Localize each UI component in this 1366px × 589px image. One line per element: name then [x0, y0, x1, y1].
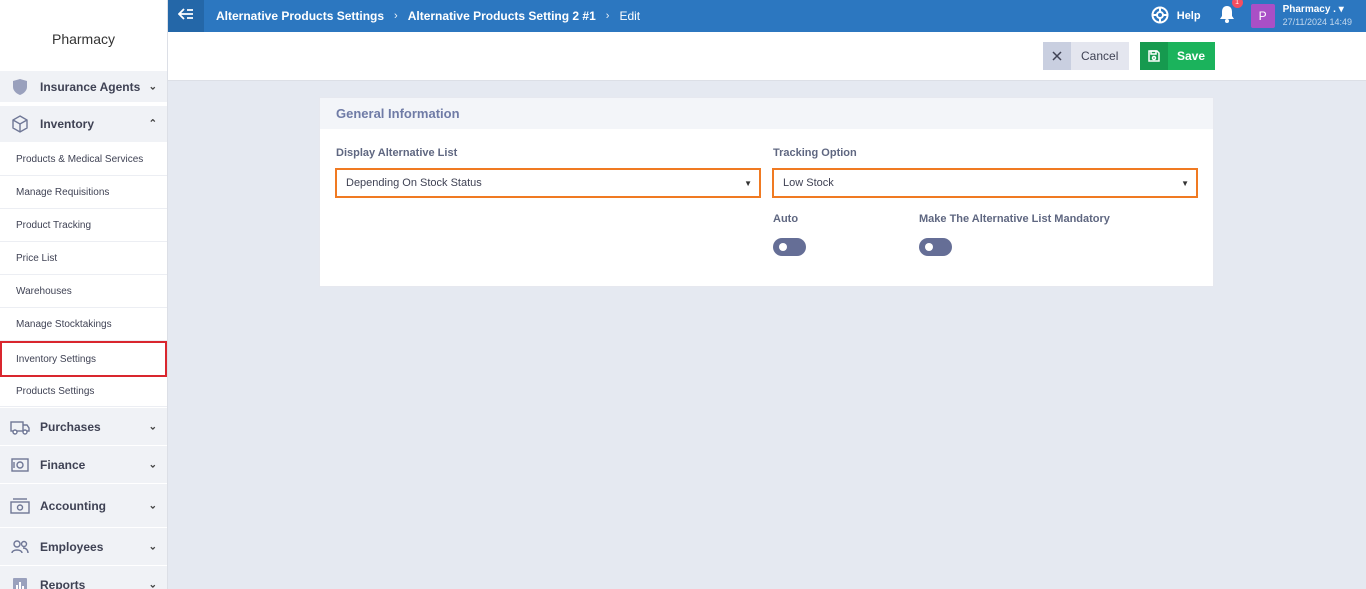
- lifebuoy-icon: [1151, 6, 1169, 27]
- tracking-option-select[interactable]: Low Stock ▼: [772, 168, 1198, 198]
- sidebar-subitem-label: Manage Stocktakings: [16, 318, 112, 330]
- display-alternative-list-select[interactable]: Depending On Stock Status ▼: [335, 168, 761, 198]
- floppy-disk-icon: [1140, 42, 1168, 70]
- help-label: Help: [1176, 10, 1201, 22]
- mandatory-label: Make The Alternative List Mandatory: [919, 213, 1110, 225]
- mandatory-toggle[interactable]: [919, 238, 952, 256]
- avatar[interactable]: P: [1250, 4, 1275, 28]
- sidebar-item-label: Finance: [40, 457, 86, 472]
- breadcrumb-item[interactable]: Alternative Products Setting 2 #1: [408, 9, 596, 23]
- sidebar: Pharmacy Insurance Agents ⌄ Inventory ⌃ …: [0, 0, 168, 589]
- sidebar-item-finance[interactable]: Finance ⌄: [0, 446, 167, 483]
- sidebar-subitem-label: Inventory Settings: [16, 353, 97, 365]
- safe-icon: [10, 455, 30, 475]
- sidebar-subitem-manage-stocktakings[interactable]: Manage Stocktakings: [0, 308, 167, 341]
- toggle-knob: [925, 243, 933, 251]
- save-label: Save: [1177, 49, 1206, 63]
- auto-toggle[interactable]: [773, 238, 806, 256]
- chevron-down-icon: ⌄: [148, 459, 157, 470]
- chart-icon: [10, 575, 30, 589]
- section-title: General Information: [320, 98, 1213, 129]
- brand-name: Pharmacy: [51, 31, 116, 47]
- user-name: Pharmacy .: [1282, 4, 1336, 15]
- action-bar: Cancel Save: [168, 32, 1366, 81]
- caret-down-icon: ▾: [1338, 4, 1344, 15]
- breadcrumb-item[interactable]: Alternative Products Settings: [216, 9, 384, 23]
- sidebar-subitem-label: Warehouses: [16, 285, 72, 297]
- back-button[interactable]: [168, 0, 204, 32]
- save-button[interactable]: Save: [1140, 42, 1215, 70]
- sidebar-subitem-inventory-settings[interactable]: Inventory Settings: [0, 341, 167, 377]
- caret-down-icon: ▼: [744, 179, 752, 188]
- sidebar-subitem-label: Price List: [16, 252, 58, 264]
- display-alternative-list-value: Depending On Stock Status: [346, 177, 482, 189]
- chevron-right-icon: ›: [605, 10, 610, 22]
- chevron-down-icon: ⌄: [148, 541, 157, 552]
- chevron-down-icon: ⌄: [148, 579, 157, 589]
- sidebar-item-employees[interactable]: Employees ⌄: [0, 528, 167, 565]
- truck-icon: [10, 417, 30, 437]
- sidebar-subitem-product-tracking[interactable]: Product Tracking: [0, 209, 167, 242]
- user-menu[interactable]: Pharmacy . ▾ 27/11/2024 14:49: [1283, 4, 1352, 28]
- sidebar-subitem-label: Manage Requisitions: [16, 186, 110, 198]
- cash-icon: [10, 496, 30, 516]
- topbar: Alternative Products Settings › Alternat…: [168, 0, 1366, 32]
- sidebar-subitem-label: Product Tracking: [16, 219, 92, 231]
- sidebar-item-inventory[interactable]: Inventory ⌃: [0, 106, 167, 142]
- sidebar-item-label: Accounting: [40, 498, 106, 513]
- datetime: 27/11/2024 14:49: [1282, 17, 1352, 27]
- sidebar-item-label: Employees: [40, 539, 104, 554]
- shield-icon: [10, 77, 30, 97]
- notifications-button[interactable]: 1: [1219, 0, 1243, 28]
- general-information-card: General Information Display Alternative …: [319, 97, 1214, 287]
- chevron-down-icon: ⌄: [148, 500, 157, 511]
- arrow-left-icon: [177, 7, 194, 25]
- sidebar-subitem-label: Products Settings: [16, 386, 95, 397]
- caret-down-icon: ▼: [1181, 179, 1189, 188]
- sidebar-item-label: Reports: [40, 577, 86, 589]
- notification-badge: 1: [1231, 0, 1243, 8]
- sidebar-subitem-warehouses[interactable]: Warehouses: [0, 275, 167, 308]
- chevron-right-icon: ›: [394, 10, 398, 22]
- close-icon: [1043, 42, 1071, 70]
- breadcrumb-current: Edit: [619, 9, 641, 23]
- sidebar-item-accounting[interactable]: Accounting ⌄: [0, 484, 167, 527]
- cancel-button[interactable]: Cancel: [1043, 42, 1129, 70]
- cancel-label: Cancel: [1081, 49, 1119, 63]
- topbar-right: Help 1 P Pharmacy . ▾ 27/11/2024 14:49: [1151, 0, 1352, 32]
- sidebar-subitem-manage-requisitions[interactable]: Manage Requisitions: [0, 176, 167, 209]
- sidebar-item-label: Inventory: [40, 117, 95, 131]
- sidebar-item-purchases[interactable]: Purchases ⌄: [0, 408, 167, 445]
- box-icon: [10, 114, 30, 134]
- sidebar-subitem-products-medical-services[interactable]: Products & Medical Services: [0, 143, 167, 176]
- tracking-option-value: Low Stock: [783, 177, 834, 189]
- help-button[interactable]: Help: [1151, 6, 1201, 27]
- breadcrumb: Alternative Products Settings › Alternat…: [216, 9, 640, 23]
- sidebar-item-label: Purchases: [40, 419, 101, 434]
- chevron-down-icon: ⌄: [148, 81, 157, 92]
- bell-icon: [1219, 5, 1235, 27]
- toggle-knob: [779, 243, 787, 251]
- sidebar-item-insurance-agents[interactable]: Insurance Agents ⌄: [0, 71, 167, 102]
- sidebar-subitem-label: Products & Medical Services: [16, 153, 144, 165]
- chevron-down-icon: ⌄: [148, 421, 157, 432]
- display-alternative-list-label: Display Alternative List: [336, 147, 458, 159]
- sidebar-item-label: Insurance Agents: [40, 79, 141, 94]
- people-icon: [10, 537, 30, 557]
- sidebar-subitem-products-settings[interactable]: Products Settings: [0, 377, 167, 407]
- auto-label: Auto: [773, 213, 799, 225]
- sidebar-item-reports[interactable]: Reports ⌄: [0, 566, 167, 589]
- tracking-option-label: Tracking Option: [773, 147, 857, 159]
- chevron-up-icon: ⌃: [148, 118, 157, 130]
- sidebar-subitem-price-list[interactable]: Price List: [0, 242, 167, 275]
